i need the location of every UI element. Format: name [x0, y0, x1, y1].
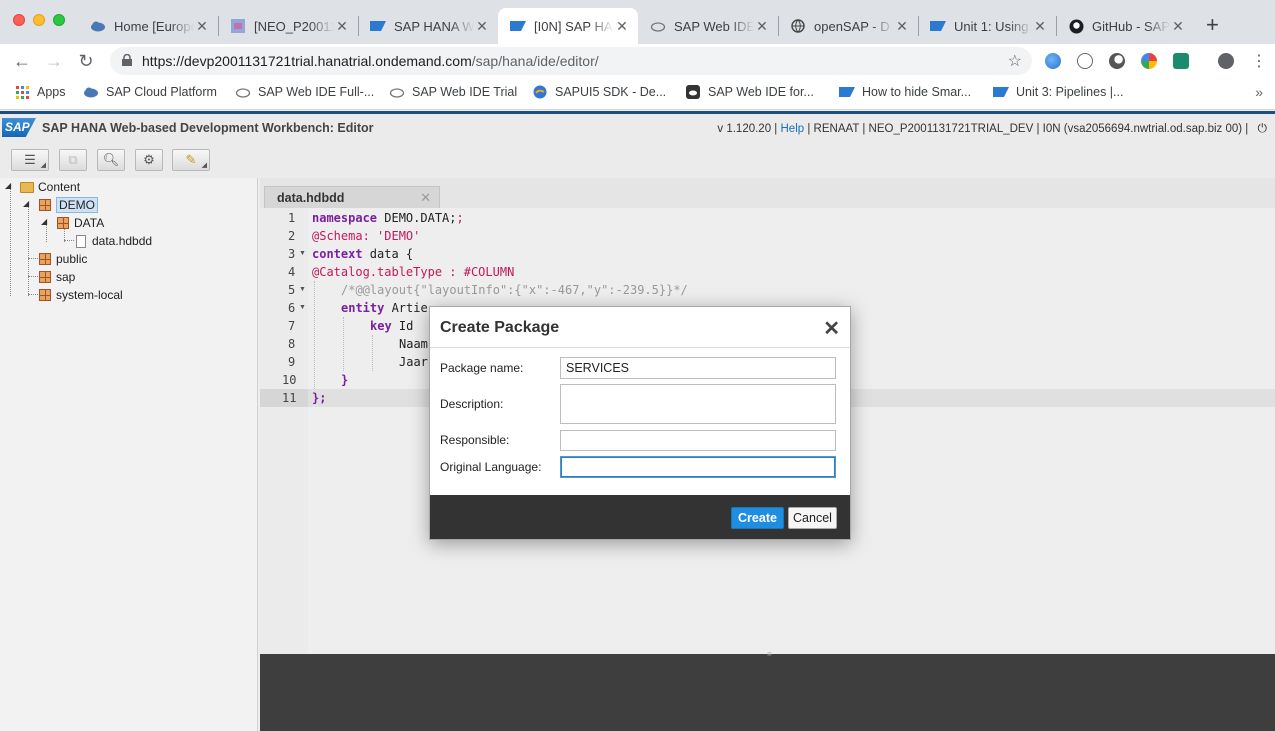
close-icon[interactable]: ✕	[823, 316, 840, 341]
description-textarea[interactable]	[560, 384, 836, 424]
original-language-input[interactable]	[560, 456, 836, 478]
create-button[interactable]: Create	[731, 507, 784, 529]
responsible-label: Responsible:	[440, 433, 510, 447]
description-label: Description:	[440, 397, 504, 411]
dialog-footer: Create Cancel	[430, 495, 850, 539]
responsible-input[interactable]	[560, 430, 836, 451]
package-name-input[interactable]	[560, 357, 836, 379]
package-name-label: Package name:	[440, 361, 524, 375]
modal-overlay: Create Package ✕ Package name: Descripti…	[0, 0, 1275, 731]
dialog-title: Create Package	[440, 319, 560, 336]
create-package-dialog: Create Package ✕ Package name: Descripti…	[429, 306, 851, 540]
cancel-button[interactable]: Cancel	[788, 507, 837, 529]
original-language-label: Original Language:	[440, 460, 542, 474]
